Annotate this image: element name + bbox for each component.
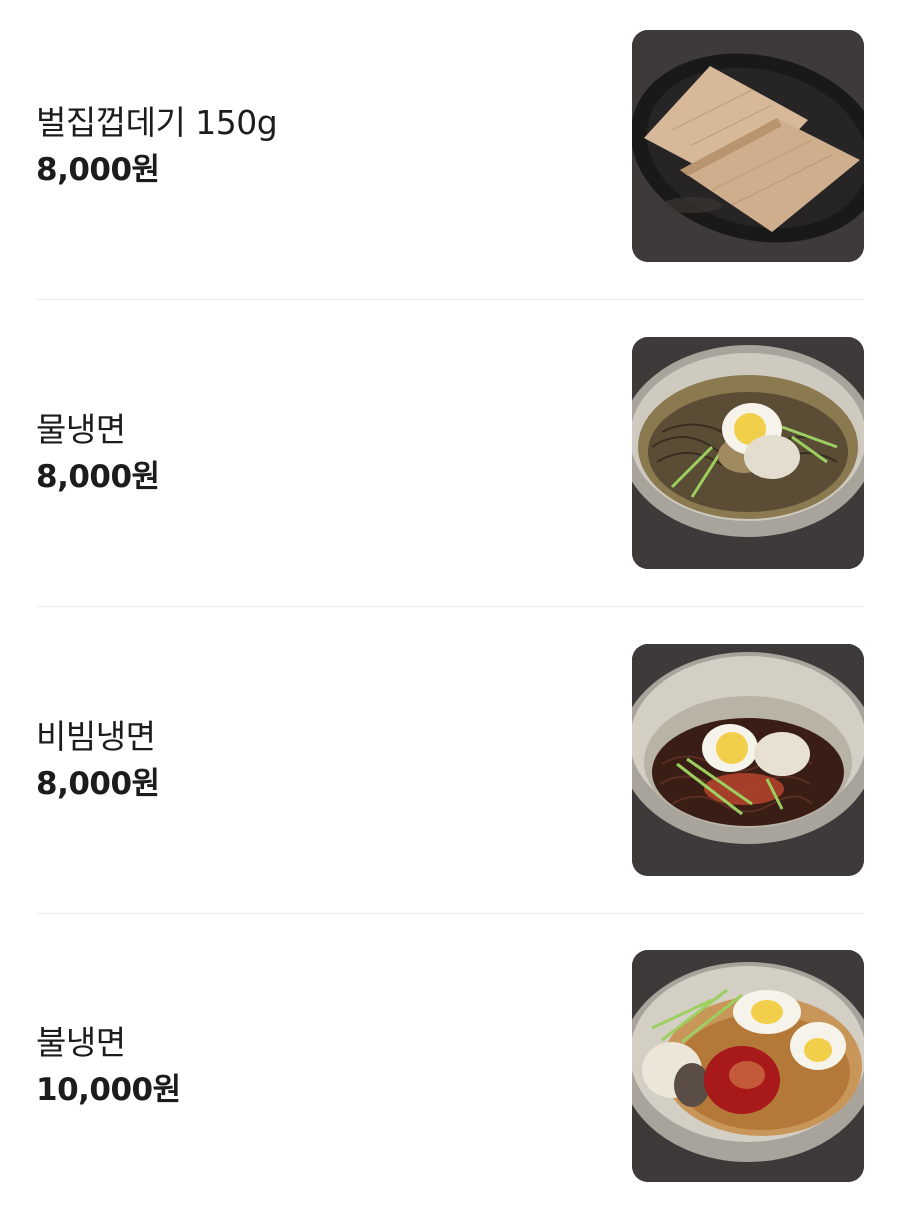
menu-item-mul-naengmyeon[interactable]: 물냉면 8,000원 (36, 337, 864, 569)
divider (36, 299, 864, 300)
menu-list: 벌집껍데기 150g 8,000원 물냉면 8,000원 비빔냉면 8,000원… (0, 0, 900, 1212)
menu-item-photo[interactable] (632, 337, 864, 569)
menu-item-name: 벌집껍데기 150g (36, 103, 278, 142)
divider (36, 606, 864, 607)
divider (36, 913, 864, 914)
menu-item-photo[interactable] (632, 30, 864, 262)
menu-item-price: 8,000원 (36, 766, 160, 802)
menu-item-name: 불냉면 (36, 1023, 126, 1062)
menu-item-bibim-naengmyeon[interactable]: 비빔냉면 8,000원 (36, 644, 864, 876)
menu-item-photo[interactable] (632, 950, 864, 1182)
menu-item-price: 10,000원 (36, 1072, 181, 1108)
menu-item-price: 8,000원 (36, 459, 160, 495)
bul-naengmyeon-photo (632, 950, 864, 1182)
menu-item-name: 비빔냉면 (36, 717, 156, 756)
menu-item-photo[interactable] (632, 644, 864, 876)
bibim-naengmyeon-photo (632, 644, 864, 876)
menu-item-price: 8,000원 (36, 152, 160, 188)
menu-item-pork-skin[interactable]: 벌집껍데기 150g 8,000원 (36, 30, 864, 262)
menu-item-name: 물냉면 (36, 410, 126, 449)
menu-item-bul-naengmyeon[interactable]: 불냉면 10,000원 (36, 950, 864, 1182)
mul-naengmyeon-photo (632, 337, 864, 569)
menu-item-info: 물냉면 8,000원 (36, 337, 596, 569)
menu-item-info: 벌집껍데기 150g 8,000원 (36, 30, 596, 262)
pork-skin-photo (632, 30, 864, 262)
menu-item-info: 불냉면 10,000원 (36, 950, 596, 1182)
menu-item-info: 비빔냉면 8,000원 (36, 644, 596, 876)
